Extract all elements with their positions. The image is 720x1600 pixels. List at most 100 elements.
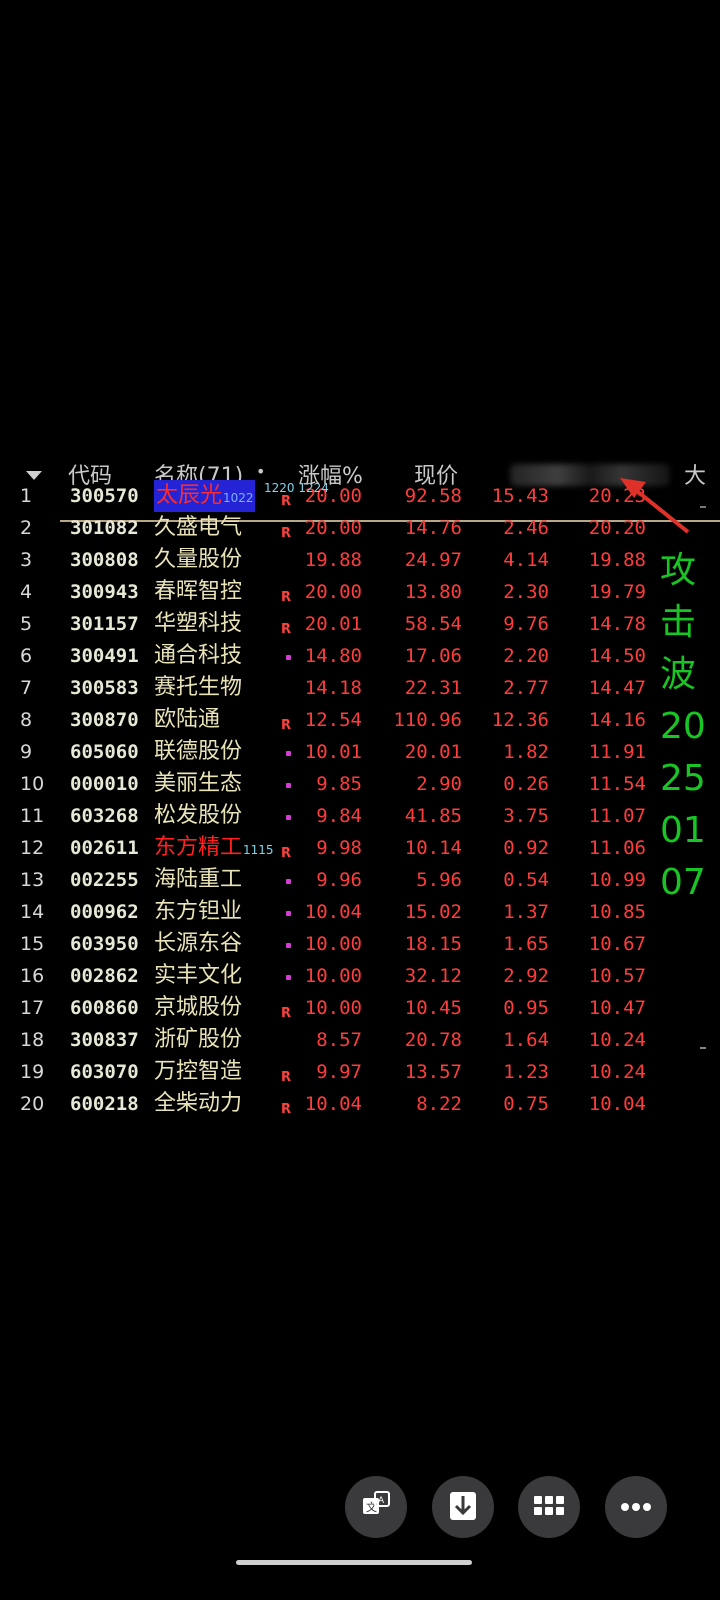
metric-value: 11.54 [588, 773, 646, 795]
table-row[interactable]: 20 600218 全柴动力 R 10.04 8.22 0.75 10.04 [0, 1088, 720, 1120]
change-pct-value: 9.98 [316, 837, 362, 859]
annotation-char: 01 [660, 810, 706, 851]
row-index: 17 [20, 997, 45, 1019]
stock-name: 长源东谷 [154, 928, 242, 960]
change-value: 2.92 [503, 965, 549, 987]
download-icon [450, 1492, 476, 1520]
change-pct-value: 14.80 [304, 645, 362, 667]
row-index: 19 [20, 1061, 45, 1083]
change-pct-value: 10.01 [304, 741, 362, 763]
change-pct-value: 10.00 [304, 997, 362, 1019]
stock-name: 浙矿股份 [154, 1024, 242, 1056]
price-value: 8.22 [416, 1093, 462, 1115]
stock-name-text: 欧陆通 [154, 707, 221, 732]
marker-dot-icon [286, 975, 291, 980]
change-pct-value: 12.54 [304, 709, 362, 731]
row-index: 13 [20, 869, 45, 891]
price-value: 5.96 [416, 869, 462, 891]
table-row[interactable]: 13 002255 海陆重工 9.96 5.96 0.54 10.99 [0, 864, 720, 896]
metric-value: 10.57 [588, 965, 646, 987]
stock-name-text: 浙矿股份 [154, 1027, 243, 1052]
stock-code: 600860 [70, 997, 139, 1019]
translate-button[interactable]: 文 A [345, 1476, 407, 1538]
stock-code: 603268 [70, 805, 139, 827]
more-button[interactable] [605, 1476, 667, 1538]
stock-code: 603070 [70, 1061, 139, 1083]
stock-name: 欧陆通 [154, 704, 220, 736]
stock-name: 赛托生物 [154, 672, 242, 704]
price-value: 58.54 [404, 613, 462, 635]
table-row[interactable]: 8 300870 欧陆通 R 12.54 110.96 12.36 14.16 [0, 704, 720, 736]
svg-text:A: A [378, 1496, 385, 1506]
row-index: 9 [20, 741, 33, 763]
price-value: 10.45 [404, 997, 462, 1019]
table-row[interactable]: 16 002862 实丰文化 10.00 32.12 2.92 10.57 [0, 960, 720, 992]
stock-name: 万控智造 [154, 1056, 242, 1088]
marker-dot-icon [286, 783, 291, 788]
table-row[interactable]: 14 000962 东方钽业 10.04 15.02 1.37 10.85 [0, 896, 720, 928]
table-row[interactable]: 11 603268 松发股份 9.84 41.85 3.75 11.07 [0, 800, 720, 832]
stock-name-text: 万控智造 [154, 1059, 243, 1084]
change-value: 1.37 [503, 901, 549, 923]
metric-value: 10.24 [588, 1061, 646, 1083]
apps-button[interactable] [518, 1476, 580, 1538]
stock-code: 603950 [70, 933, 139, 955]
stock-name-text: 联德股份 [154, 739, 243, 764]
table-row[interactable]: 5 301157 华塑科技 R 20.01 58.54 9.76 14.78 [0, 608, 720, 640]
table-row[interactable]: 7 300583 赛托生物 14.18 22.31 2.77 14.47 [0, 672, 720, 704]
row-index: 20 [20, 1093, 45, 1115]
metric-value: 11.91 [588, 741, 646, 763]
row-index: 10 [20, 773, 45, 795]
price-value: 41.85 [404, 805, 462, 827]
row-index: 7 [20, 677, 33, 699]
stock-name: 京城股份 [154, 992, 242, 1024]
change-pct-value: 10.04 [304, 1093, 362, 1115]
row-index: 16 [20, 965, 45, 987]
row-index: 11 [20, 805, 45, 827]
home-indicator[interactable] [236, 1560, 472, 1565]
change-value: 0.26 [503, 773, 549, 795]
price-value: 2.90 [416, 773, 462, 795]
price-value: 32.12 [404, 965, 462, 987]
change-pct-value: 9.84 [316, 805, 362, 827]
row-index: 15 [20, 933, 45, 955]
metric-value: 14.78 [588, 613, 646, 635]
table-row[interactable]: 17 600860 京城股份 R 10.00 10.45 0.95 10.47 [0, 992, 720, 1024]
change-value: 1.82 [503, 741, 549, 763]
table-row[interactable]: 10 000010 美丽生态 9.85 2.90 0.26 11.54 [0, 768, 720, 800]
change-value: 1.23 [503, 1061, 549, 1083]
marker-dot-icon [286, 911, 291, 916]
table-row[interactable]: 19 603070 万控智造 R 9.97 13.57 1.23 10.24 [0, 1056, 720, 1088]
marker-dot-icon [286, 943, 291, 948]
stock-name: 海陆重工 [154, 864, 242, 896]
annotation-char: 07 [660, 862, 706, 903]
download-button[interactable] [432, 1476, 494, 1538]
metric-value: 10.85 [588, 901, 646, 923]
row-index: 18 [20, 1029, 45, 1051]
table-row[interactable]: 18 300837 浙矿股份 8.57 20.78 1.64 10.24 [0, 1024, 720, 1056]
change-pct-value: 20.01 [304, 613, 362, 635]
row-index: 6 [20, 645, 33, 667]
annotation-char: 20 [660, 706, 706, 747]
annotation-char: 击 [660, 602, 697, 643]
row-index: 8 [20, 709, 33, 731]
stock-code: 605060 [70, 741, 139, 763]
stock-name-text: 东方钽业 [154, 899, 243, 924]
stock-name: 华塑科技 [154, 608, 242, 640]
row-index: 14 [20, 901, 45, 923]
metric-value: 11.07 [588, 805, 646, 827]
table-row[interactable]: 6 300491 通合科技 14.80 17.06 2.20 14.50 [0, 640, 720, 672]
stock-name-text: 通合科技 [154, 643, 243, 668]
scroll-tick [700, 1047, 706, 1049]
change-value: 9.76 [503, 613, 549, 635]
table-row[interactable]: 15 603950 长源东谷 10.00 18.15 1.65 10.67 [0, 928, 720, 960]
annotation-char: 25 [660, 758, 706, 799]
change-value: 2.20 [503, 645, 549, 667]
stock-name-text: 东方精工 [154, 835, 243, 860]
metric-value: 14.47 [588, 677, 646, 699]
table-row[interactable]: 12 002611 东方精工1115 R 9.98 10.14 0.92 11.06 [0, 832, 720, 864]
stock-code: 300491 [70, 645, 139, 667]
stock-name-text: 海陆重工 [154, 867, 243, 892]
stock-code: 300837 [70, 1029, 139, 1051]
table-row[interactable]: 9 605060 联德股份 10.01 20.01 1.82 11.91 [0, 736, 720, 768]
